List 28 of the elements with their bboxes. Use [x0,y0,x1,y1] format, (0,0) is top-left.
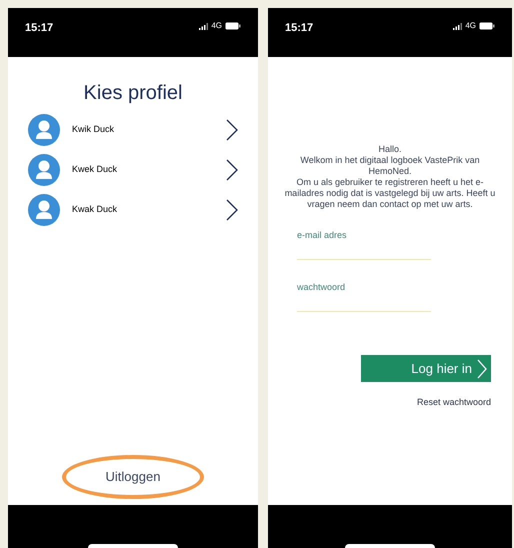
network-label: 4G [211,20,222,32]
network-label: 4G [465,20,476,32]
logout-button[interactable]: Uitloggen [62,455,204,499]
signal-icon [453,22,462,30]
login-button[interactable]: Log hier in [361,355,491,382]
profile-name: Kwek Duck [72,163,118,176]
profile-name: Kwik Duck [72,123,116,136]
profile-row[interactable]: Kwek Duck [8,150,258,190]
profile-name: Kwak Duck [72,203,118,216]
reset-password-link[interactable]: Reset wachtwoord [416,396,491,410]
avatar-icon [28,194,60,226]
profile-row[interactable]: Kwak Duck [8,190,258,230]
chevron-right-icon [226,119,238,141]
status-time: 15:17 [25,21,54,36]
battery-icon [225,22,241,30]
chevron-right-icon [477,358,487,378]
status-time: 15:17 [285,21,314,36]
avatar-icon [28,154,60,186]
profile-row[interactable]: Kwik Duck [8,110,258,150]
welcome-text: Hallo. Welkom in het digitaal logboek VastePrik van HemoNed. Om u als gebruiker te registreren heeft u het e-mailadres nodig dat is vastgelegd bij uw arts. Heeft u vragen neem dan contact op met uw arts. [284,144,496,210]
signal-icon [199,22,208,30]
chevron-right-icon [226,159,238,181]
battery-icon [479,22,495,30]
input-field[interactable]: e-mail adres [297,224,431,260]
chevron-right-icon [226,199,238,221]
avatar-icon [28,114,60,146]
input-field[interactable]: wachtwoord [297,276,431,312]
screen-title: Kies profiel [82,81,184,106]
